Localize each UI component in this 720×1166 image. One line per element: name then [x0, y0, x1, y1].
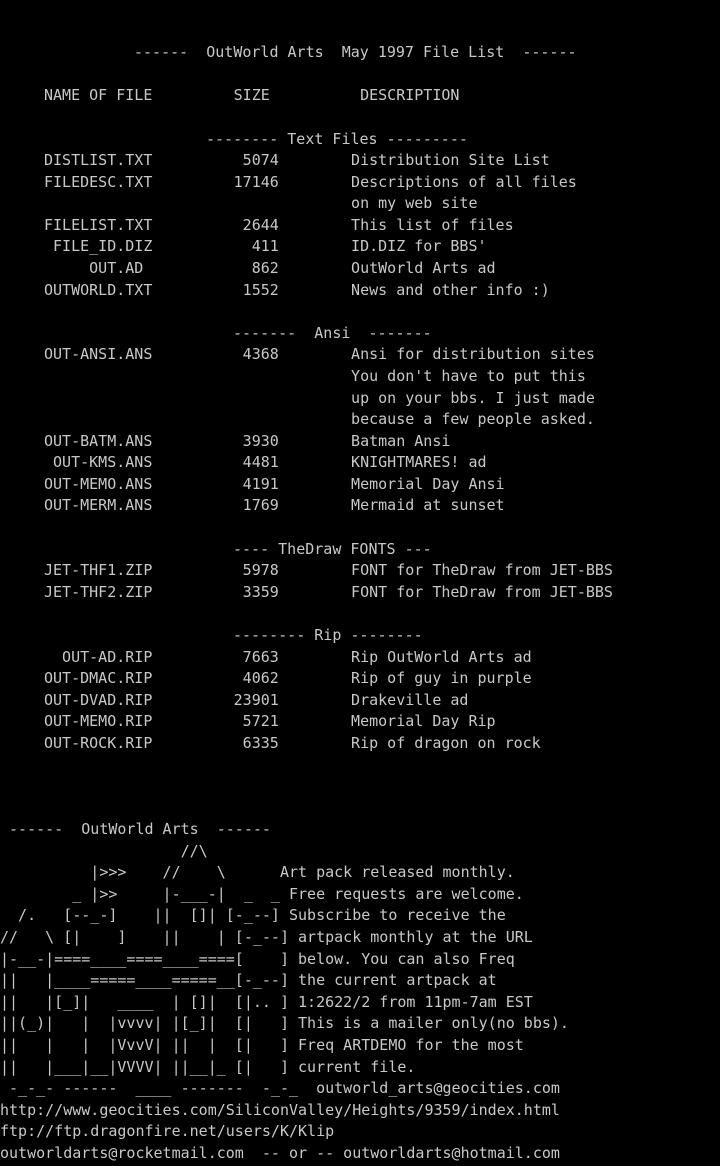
ascii-art-line: || | | |VvvV| || | [| ] Freq ARTDEMO for… [0, 1036, 524, 1054]
file-row-continuation: because a few people asked. [44, 410, 595, 428]
file-row: OUT.AD 862 OutWorld Arts ad [44, 259, 496, 277]
ascii-art-line: -_-_- ------ ____ ------- -_-_ outworld_… [0, 1079, 560, 1097]
page-title: ------ OutWorld Arts May 1997 File List … [134, 43, 577, 61]
file-row: FILELIST.TXT 2644 This list of files [44, 216, 514, 234]
file-row-continuation: on my web site [44, 194, 478, 212]
file-row: OUT-KMS.ANS 4481 KNIGHTMARES! ad [44, 453, 487, 471]
ascii-art-line: // \ [| ] || | [-_--] artpack monthly at… [0, 928, 533, 946]
file-row-continuation: up on your bbs. I just made [44, 389, 595, 407]
ascii-art-line: || |___|__|VVVV| ||__|_ [| ] current fil… [0, 1058, 416, 1076]
ascii-art-line: /. [--_-] || []| [-_--] Subscribe to rec… [0, 906, 506, 924]
ascii-art-line: || |[_]| ____ | []| [|.. ] 1:2622/2 from… [0, 993, 533, 1011]
file-row: OUTWORLD.TXT 1552 News and other info :) [44, 281, 550, 299]
ascii-art-line: |-__-|====____====____====[ ] below. You… [0, 950, 515, 968]
file-row: OUT-DMAC.RIP 4062 Rip of guy in purple [44, 669, 532, 687]
file-row: OUT-ROCK.RIP 6335 Rip of dragon on rock [44, 734, 541, 752]
ascii-art-line: |>>> // \ Art pack released monthly. [0, 863, 515, 881]
file-row: OUT-MERM.ANS 1769 Mermaid at sunset [44, 496, 505, 514]
file-row: JET-THF1.ZIP 5978 FONT for TheDraw from … [44, 561, 613, 579]
footer-banner: ------ OutWorld Arts ------ [0, 820, 271, 838]
ascii-art-line: //\ [0, 842, 208, 860]
ascii-art-line: ||(_)| | |vvvv| |[_]| [| ] This is a mai… [0, 1014, 569, 1032]
ftp-url-link[interactable]: ftp://ftp.dragonfire.net/users/K/Klip [0, 1121, 334, 1142]
email-links[interactable]: outworldarts@rocketmail.com -- or -- out… [0, 1143, 560, 1164]
file-row: OUT-MEMO.RIP 5721 Memorial Day Rip [44, 712, 496, 730]
file-row: OUT-AD.RIP 7663 Rip OutWorld Arts ad [44, 648, 532, 666]
ascii-art-line: _ |>> |-___-| _ _ Free requests are welc… [0, 885, 524, 903]
section-heading-text-files: -------- Text Files --------- [206, 130, 468, 148]
file-row: OUT-MEMO.ANS 4191 Memorial Day Ansi [44, 475, 505, 493]
column-headers: NAME OF FILE SIZE DESCRIPTION [44, 86, 460, 104]
file-row: OUT-DVAD.RIP 23901 Drakeville ad [44, 691, 469, 709]
file-row: FILE_ID.DIZ 411 ID.DIZ for BBS' [44, 237, 487, 255]
section-heading-thedraw: ---- TheDraw FONTS --- [233, 540, 432, 558]
web-url-link[interactable]: http://www.geocities.com/SiliconValley/H… [0, 1100, 560, 1121]
file-row: OUT-BATM.ANS 3930 Batman Ansi [44, 432, 451, 450]
section-heading-ansi: ------- Ansi ------- [233, 324, 432, 342]
file-row: DISTLIST.TXT 5074 Distribution Site List [44, 151, 550, 169]
file-row: FILEDESC.TXT 17146 Descriptions of all f… [44, 173, 577, 191]
terminal-screen: ------ OutWorld Arts May 1997 File List … [0, 0, 720, 1166]
file-row: JET-THF2.ZIP 3359 FONT for TheDraw from … [44, 583, 613, 601]
file-row-continuation: You don't have to put this [44, 367, 586, 385]
ascii-art-line: || |____=====____=====__[-_--] the curre… [0, 971, 497, 989]
file-row: OUT-ANSI.ANS 4368 Ansi for distribution … [44, 345, 595, 363]
section-heading-rip: -------- Rip -------- [233, 626, 423, 644]
